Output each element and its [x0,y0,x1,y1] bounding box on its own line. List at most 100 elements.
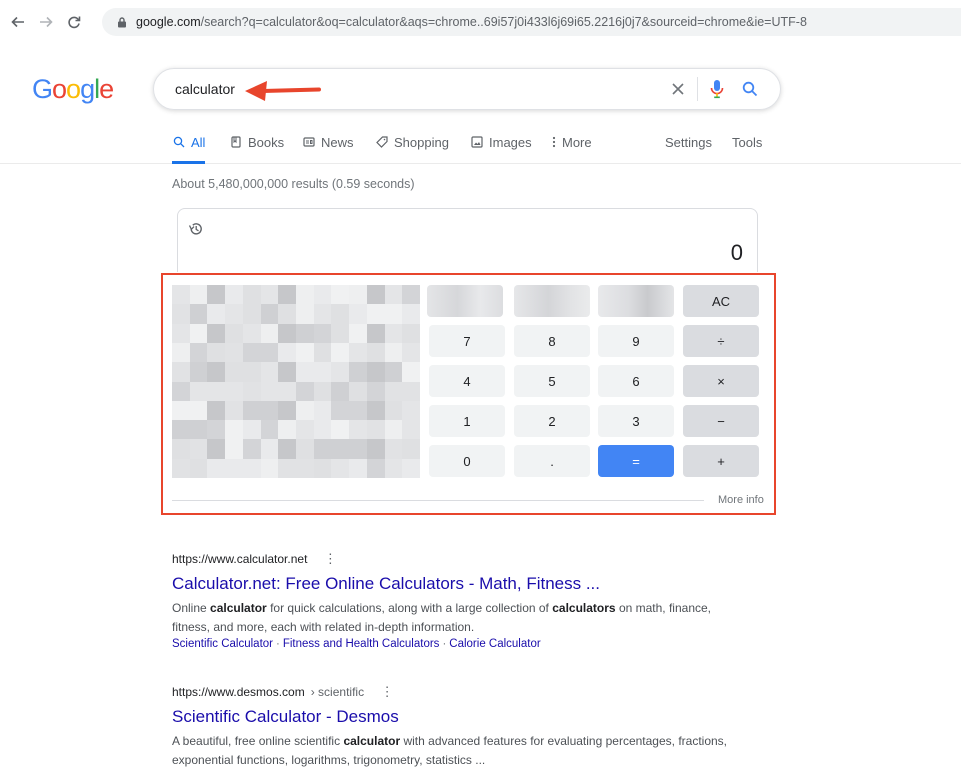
reload-icon[interactable] [64,12,84,32]
sitelink[interactable]: Fitness and Health Calculators [283,638,440,650]
tab-news[interactable]: News [302,135,354,164]
forward-arrow-icon[interactable] [36,12,56,32]
result-breadcrumb: › scientific [310,685,365,699]
history-icon[interactable] [188,221,204,237]
pixel-block [172,362,191,382]
divide-button[interactable]: ÷ [683,325,759,357]
pixelated-key [514,285,590,317]
decimal-button[interactable]: . [514,445,590,477]
search-icon [172,135,186,149]
pixel-block [296,458,315,479]
plus-button[interactable]: + [683,445,759,477]
minus-button[interactable]: − [683,405,759,437]
digit-7-button[interactable]: 7 [429,325,505,357]
pixel-block [331,439,350,460]
digit-6-button[interactable]: 6 [598,365,674,397]
pixel-block [189,362,208,382]
more-info-link[interactable]: More info [718,494,764,506]
pixel-block [402,458,421,479]
pixel-block [313,285,332,305]
digit-3-button[interactable]: 3 [598,405,674,437]
pixel-block [296,323,315,344]
tab-label: Images [489,135,532,150]
microphone-icon[interactable] [706,77,728,101]
pixel-block [225,323,244,344]
digit-8-button[interactable]: 8 [514,325,590,357]
snippet-keyword: calculators [552,601,616,615]
pixel-block [296,304,315,325]
pixel-block [366,439,386,460]
result-title-link[interactable]: Scientific Calculator - Desmos [172,707,732,727]
result-url[interactable]: https://www.calculator.net ⋮ [172,551,732,567]
pixel-block [366,304,386,325]
pixel-block [242,304,262,325]
snippet-text: A beautiful, free online scientific [172,734,344,748]
digit-5-button[interactable]: 5 [514,365,590,397]
tab-label: Books [248,135,285,150]
pixel-block [349,362,368,382]
result-menu-icon[interactable]: ⋮ [323,551,337,567]
pixel-block [278,420,297,440]
logo-letter: g [80,74,95,104]
logo-letter: G [32,74,53,104]
address-bar[interactable]: google.com/search?q=calculator&oq=calcul… [102,8,961,36]
pixel-block [384,381,403,402]
pixel-block [313,381,332,402]
clear-search-icon[interactable] [667,78,689,100]
result-menu-icon[interactable]: ⋮ [380,684,394,700]
pixel-block [260,362,279,382]
pixel-block [242,285,262,305]
pixel-block [313,362,332,382]
tab-tools[interactable]: Tools [732,135,762,164]
pixel-block [242,458,262,479]
back-arrow-icon[interactable] [8,12,28,32]
pixel-block [349,381,368,402]
multiply-button[interactable]: × [683,365,759,397]
tab-books[interactable]: Books [229,135,284,164]
pixel-block [207,381,226,402]
pixel-block [384,439,403,460]
pixel-block [366,420,386,440]
search-input[interactable]: calculator [175,81,235,97]
sitelink[interactable]: Calorie Calculator [449,638,540,650]
pixel-block [242,342,262,363]
pixel-block [225,362,244,382]
digit-2-button[interactable]: 2 [514,405,590,437]
search-icon[interactable] [739,78,761,100]
snippet-keyword: calculator [343,734,401,748]
pixel-block [278,458,297,479]
pixel-block [402,323,421,344]
sitelink[interactable]: Scientific Calculator [172,638,273,650]
snippet-keyword: calculator [210,601,267,615]
more-vert-icon [551,135,557,149]
result-url-text: https://www.calculator.net [172,552,308,566]
google-logo[interactable]: Google [32,74,114,105]
result-sitelinks: Scientific Calculator · Fitness and Health… [172,638,732,650]
ac-button[interactable]: AC [683,285,759,317]
calculator-result: 0 [730,240,743,265]
tab-all[interactable]: All [172,135,206,164]
tab-shopping[interactable]: Shopping [375,135,449,164]
pixel-block [242,420,262,440]
equals-button[interactable]: = [598,445,674,477]
pixel-block [296,439,315,460]
search-tabs: All Books News Shopping Images More Sett… [0,128,961,164]
pixel-block [242,381,262,402]
url-path: /search?q=calculator&oq=calculator&aqs=c… [200,15,807,29]
pixel-block [331,304,350,325]
result-title-link[interactable]: Calculator.net: Free Online Calculators … [172,574,732,594]
pixel-block [172,400,191,421]
search-result: https://www.desmos.com › scientific ⋮ Sc… [172,684,732,767]
digit-1-button[interactable]: 1 [429,405,505,437]
logo-letter: o [52,74,67,104]
tab-images[interactable]: Images [470,135,532,164]
tab-settings[interactable]: Settings [665,135,712,164]
pixel-block [278,323,297,344]
digit-4-button[interactable]: 4 [429,365,505,397]
pixel-block [366,285,386,305]
result-url[interactable]: https://www.desmos.com › scientific ⋮ [172,684,732,700]
browser-toolbar: google.com/search?q=calculator&oq=calcul… [0,0,961,44]
tab-more[interactable]: More [551,135,592,164]
digit-9-button[interactable]: 9 [598,325,674,357]
digit-0-button[interactable]: 0 [429,445,505,477]
